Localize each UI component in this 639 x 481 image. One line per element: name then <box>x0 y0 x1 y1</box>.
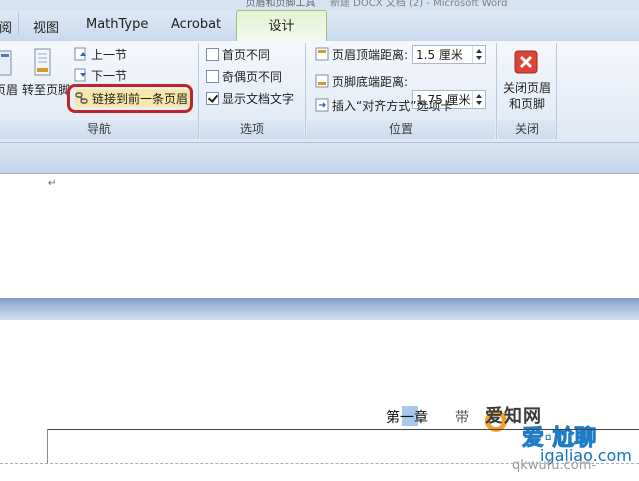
header-position-icon <box>315 47 329 61</box>
footer-position-icon <box>315 74 329 88</box>
ruler-bar <box>0 143 639 174</box>
close-button-line1: 关闭页眉 <box>502 81 551 95</box>
goto-header-icon <box>0 50 14 78</box>
spinner-arrows[interactable] <box>472 91 485 108</box>
insert-alignment-tab-label: 插入“对齐方式”选项卡 <box>332 98 453 113</box>
header-margin-marker <box>47 429 48 463</box>
watermark-glyph: 带 <box>455 410 469 426</box>
goto-header-button[interactable]: 页眉 <box>0 81 18 98</box>
group-divider <box>496 43 497 139</box>
different-first-page-label: 首页不同 <box>222 47 271 62</box>
goto-footer-button[interactable]: 转至页脚 <box>22 81 70 98</box>
goto-footer-icon <box>32 48 54 78</box>
tab-mathtype[interactable]: MathType <box>86 17 148 35</box>
tab-view[interactable]: 视图 <box>33 17 59 36</box>
checkbox-unchecked <box>206 69 219 83</box>
document-page-upper[interactable] <box>0 174 639 298</box>
header-from-top-value: 1.5 厘米 <box>416 48 463 62</box>
previous-section-icon <box>74 47 88 61</box>
tab-acrobat[interactable]: Acrobat <box>171 17 221 35</box>
contextual-tab-title: 页眉和页脚工具 <box>245 0 316 9</box>
group-label-close: 关闭 <box>514 122 539 136</box>
paragraph-mark-icon: ↵ <box>48 178 57 189</box>
group-label-position: 位置 <box>388 122 413 136</box>
spin-up-icon[interactable] <box>476 94 482 98</box>
tab-divider <box>18 12 19 34</box>
next-section-label: 下一节 <box>91 68 128 83</box>
header-from-top-label: 页眉顶端距离: <box>332 47 409 62</box>
previous-section-label: 上一节 <box>91 47 128 62</box>
close-button-line2: 和页脚 <box>508 97 545 111</box>
next-section-button[interactable]: 下一节 <box>74 66 127 84</box>
spin-up-icon[interactable] <box>476 49 482 53</box>
group-divider <box>556 43 557 139</box>
footer-from-bottom-label-row: 页脚底端距离: <box>315 72 408 90</box>
window-title: 新建 DOCX 文档 (2) - Microsoft Word <box>330 0 508 9</box>
different-odd-even-label: 奇偶页不同 <box>222 69 283 84</box>
header-border-line <box>47 429 639 430</box>
next-section-icon <box>74 68 88 82</box>
footer-from-bottom-label: 页脚底端距离: <box>332 74 409 89</box>
previous-section-button[interactable]: 上一节 <box>74 45 127 63</box>
checkbox-unchecked <box>206 47 219 61</box>
page-gap <box>0 298 639 320</box>
red-annotation-box <box>67 84 193 113</box>
close-header-footer-button[interactable]: 关闭页眉 和页脚 <box>500 80 554 112</box>
show-document-text-label: 显示文档文字 <box>222 91 295 106</box>
watermark-site-secondary: qkwufu.com- <box>512 458 597 473</box>
header-dashed-boundary <box>0 463 639 464</box>
header-chapter-text[interactable]: 第一章 <box>386 407 428 427</box>
checkbox-checked <box>206 91 219 105</box>
header-from-top-label-row: 页眉顶端距离: <box>315 45 408 63</box>
close-header-footer-icon <box>514 50 538 74</box>
show-document-text-checkbox[interactable]: 显示文档文字 <box>206 89 294 107</box>
tab-review[interactable]: 审阅 <box>0 17 12 36</box>
spinner-arrows[interactable] <box>472 46 485 63</box>
group-label-navigation: 导航 <box>86 122 111 136</box>
spin-down-icon[interactable] <box>476 101 482 105</box>
spin-down-icon[interactable] <box>476 56 482 60</box>
group-divider <box>198 43 199 139</box>
group-label-options: 选项 <box>239 122 264 136</box>
different-odd-even-checkbox[interactable]: 奇偶页不同 <box>206 67 282 85</box>
group-divider <box>305 43 306 139</box>
insert-alignment-tab-button[interactable]: 插入“对齐方式”选项卡 <box>315 96 452 114</box>
header-from-top-input[interactable]: 1.5 厘米 <box>412 45 486 64</box>
alignment-tab-icon <box>315 98 329 112</box>
tab-design[interactable]: 设计 <box>236 10 327 42</box>
different-first-page-checkbox[interactable]: 首页不同 <box>206 45 270 63</box>
